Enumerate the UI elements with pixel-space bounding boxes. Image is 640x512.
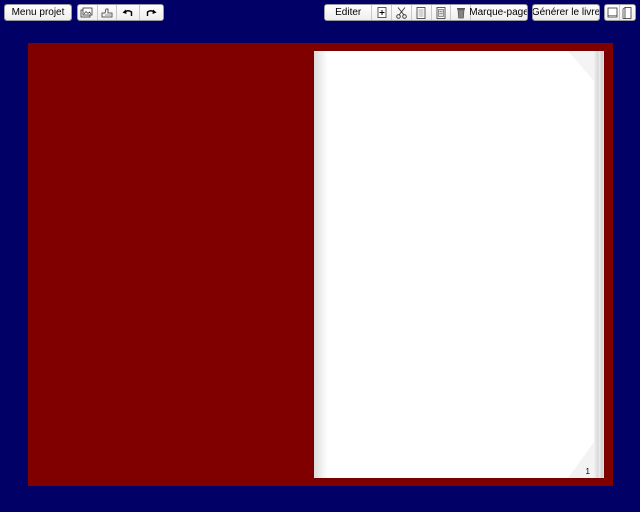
add-page-button[interactable] (372, 5, 393, 20)
copy-page-icon (416, 6, 426, 19)
single-page-view-icon (607, 7, 617, 18)
redo-icon (147, 9, 157, 16)
view-toolbar (604, 4, 636, 21)
redo-button[interactable] (139, 5, 163, 20)
import-hand-icon (101, 8, 113, 17)
paste-page-icon (436, 6, 446, 19)
import-photos-button[interactable] (78, 5, 98, 20)
double-page-view-icon (622, 6, 632, 19)
history-toolbar (77, 4, 164, 21)
page-number: 1 (585, 467, 590, 476)
delete-page-button[interactable] (451, 5, 472, 20)
editer-label: Editer (335, 7, 362, 18)
page-corner-bottom[interactable] (568, 442, 594, 478)
undo-button[interactable] (117, 5, 140, 20)
page-corner-top[interactable] (568, 51, 594, 81)
generer-livre-button[interactable]: Générer le livre (533, 5, 599, 20)
generate-group: Générer le livre (532, 4, 600, 21)
copy-page-button[interactable] (411, 5, 432, 20)
editer-button[interactable]: Editer (325, 5, 373, 20)
menu-projet-button[interactable]: Menu projet (5, 5, 71, 20)
double-page-view-button[interactable] (620, 5, 635, 20)
trash-icon (456, 7, 465, 18)
generer-livre-label: Générer le livre (532, 7, 600, 18)
add-page-icon (377, 7, 387, 18)
cut-button[interactable] (392, 5, 412, 20)
book-page[interactable]: 1 (314, 51, 604, 478)
edit-toolbar: Editer Marque-page (324, 4, 528, 21)
scissors-icon (396, 6, 407, 19)
paste-page-button[interactable] (431, 5, 452, 20)
menu-projet-group: Menu projet (4, 4, 72, 21)
marque-page-label: Marque-page (469, 7, 528, 18)
import-photos-icon (80, 7, 93, 17)
undo-icon (122, 9, 133, 16)
single-page-view-button[interactable] (605, 5, 621, 20)
page-gutter (314, 51, 328, 478)
menu-projet-label: Menu projet (11, 7, 65, 18)
marque-page-button[interactable]: Marque-page (469, 5, 528, 20)
import-hand-button[interactable] (97, 5, 118, 20)
page-edge (594, 51, 604, 478)
book-cover: 1 (28, 43, 613, 486)
